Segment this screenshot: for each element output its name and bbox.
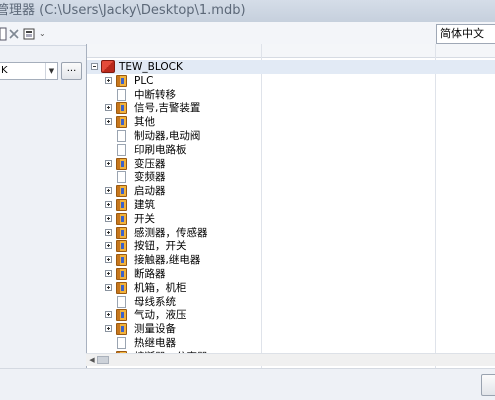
tree-item[interactable]: PLC [87,74,495,88]
tree-item[interactable]: 气动，液压 [87,308,495,322]
database-icon [101,60,115,73]
scrollbar-thumb[interactable] [97,356,109,364]
tree-item-label: 建筑 [134,199,155,211]
expand-icon[interactable] [105,159,112,167]
expand-icon[interactable] [105,201,112,208]
toolbar-dropdown-arrow[interactable]: ⌄ [39,29,46,38]
folder-icon [116,185,127,198]
database-combo-value: K [1,65,8,76]
toolbar: ⌄ [0,22,495,46]
tree-item-label: 测量设备 [134,323,176,336]
tree-item-label: 中断转移 [134,88,176,101]
folder-icon [116,116,127,129]
document-icon [117,130,126,142]
tree-item-label: 信号,吉警装置 [134,102,201,115]
tree-item-label: 印刷电路板 [134,143,187,156]
document-icon[interactable] [0,27,8,41]
database-combo[interactable]: K ▼ [0,62,58,80]
tree-item[interactable]: 印刷电路板 [87,143,495,157]
tree-item-label: PLC [134,74,154,87]
left-panel [0,47,86,377]
folder-icon [116,226,127,239]
expand-icon[interactable] [105,214,112,222]
expand-icon[interactable] [105,242,112,250]
folder-icon [116,268,127,280]
tree-item[interactable]: 变压器 [87,157,495,171]
expand-icon[interactable] [105,76,112,84]
tree-item-label: 开关 [134,212,155,225]
status-area [0,368,495,400]
folder-icon [116,74,127,87]
title-bar: 管理器 (C:\Users\Jacky\Desktop\1.mdb) [0,0,495,22]
tree-item[interactable]: 信号,吉警装置 [87,101,495,115]
expand-icon[interactable] [105,187,112,195]
tree-item-label: 制动器,电动阀 [134,130,201,142]
document-icon [117,295,126,308]
expand-icon[interactable] [105,325,112,333]
tree-item[interactable]: 开关 [87,212,495,226]
folder-icon [116,323,127,336]
folder-icon [116,199,127,211]
folder-icon [116,281,127,294]
collapse-icon[interactable] [91,63,98,70]
tree-item-label: 其他 [134,116,155,129]
chevron-down-icon[interactable]: ▼ [45,63,57,79]
folder-icon [116,157,127,170]
document-icon [117,88,126,101]
tree-item[interactable]: 感测器，传感器 [87,226,495,240]
folder-icon [116,102,127,115]
tree-item[interactable]: 热继电器 [87,336,495,350]
tree-item-label: 机箱，机柜 [134,281,187,294]
dialog-button[interactable] [481,374,495,396]
tree-grid: TEW_BLOCK PLC 中断转移 信号,吉警装置 其他 制动器,电动阀 印刷电路板 变压器… [86,44,495,368]
browse-button[interactable]: ... [61,62,82,80]
tree-item[interactable]: 变频器 [87,170,495,184]
tree-item-label: 断路器 [134,268,166,280]
expand-icon[interactable] [105,311,112,319]
tree-item-label: 热继电器 [134,337,176,349]
document-icon [117,143,126,156]
tree-item[interactable]: 中断转移 [87,88,495,102]
tree-item-label: 接触器,继电器 [134,254,201,267]
tree-item[interactable]: 建筑 [87,198,495,212]
tree-item[interactable]: 其他 [87,115,495,129]
tree-item[interactable]: 按钮，开关 [87,239,495,253]
window-title: 管理器 (C:\Users\Jacky\Desktop\1.mdb) [0,3,246,18]
tree-item-label: 母线系统 [134,295,176,308]
tree-item-label: 变频器 [134,171,166,184]
expand-icon[interactable] [105,256,112,264]
document-icon [117,171,126,184]
tree-item[interactable]: 机箱，机柜 [87,281,495,295]
expand-icon[interactable] [105,270,112,277]
folder-icon [116,254,127,267]
scroll-left-icon[interactable]: ◀ [87,355,97,365]
expand-icon[interactable] [105,104,112,112]
properties-icon[interactable] [23,27,35,41]
tree-item-label: 气动，液压 [134,309,187,322]
expand-icon[interactable] [105,118,112,126]
tree-item-label: 感测器，传感器 [134,226,208,239]
language-select[interactable]: 简体中文 [436,24,495,44]
tree-item[interactable]: 接触器,继电器 [87,253,495,267]
expand-icon[interactable] [105,283,112,291]
document-icon [117,337,126,349]
tree-root-row[interactable]: TEW_BLOCK [87,60,495,74]
tree-item[interactable]: 制动器,电动阀 [87,129,495,143]
tree-item[interactable]: 断路器 [87,267,495,281]
tree-item-label: 按钮，开关 [134,240,187,253]
folder-icon [116,212,127,225]
tree-item[interactable]: 启动器 [87,184,495,198]
folder-icon [116,240,127,253]
horizontal-scrollbar[interactable]: ◀ [86,353,495,366]
tree-item-label: 变压器 [134,157,166,170]
tree-item-label: 启动器 [134,185,166,198]
tree-item[interactable]: 测量设备 [87,322,495,336]
tree-item[interactable]: 母线系统 [87,295,495,309]
tree-root-label: TEW_BLOCK [119,61,183,73]
expand-icon[interactable] [105,228,112,236]
grid-header [87,44,495,58]
delete-icon[interactable] [9,27,19,41]
folder-icon [116,309,127,322]
